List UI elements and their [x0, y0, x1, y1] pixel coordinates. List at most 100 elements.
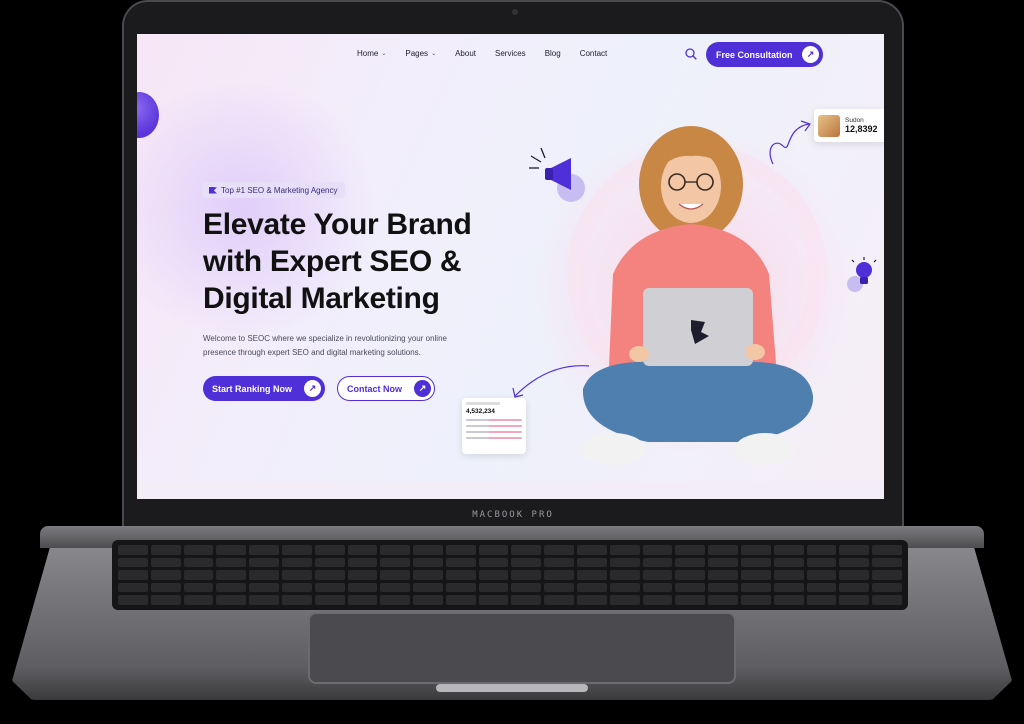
keyboard-key [642, 557, 673, 568]
keyboard-key [150, 570, 181, 580]
keyboard-key [281, 595, 312, 605]
keyboard-key [872, 582, 902, 593]
stats-card-header [466, 402, 500, 405]
headline-line-1: Elevate Your Brand [203, 208, 472, 241]
keyboard-key [806, 582, 837, 593]
keyboard-key [675, 545, 706, 555]
keyboard-key [314, 545, 345, 555]
nav-item-contact[interactable]: Contact [580, 49, 608, 58]
keyboard-key [872, 570, 902, 580]
keyboard-key [872, 595, 902, 605]
keyboard-key [183, 570, 214, 580]
stats-card: 4,532,234 [462, 398, 526, 454]
keyboard-key [413, 582, 443, 593]
nav-item-blog[interactable]: Blog [545, 49, 561, 58]
keyboard-key [216, 557, 247, 568]
keyboard-key [544, 570, 575, 580]
keyboard-key [281, 557, 312, 568]
keyboard-key [183, 545, 214, 555]
keyboard-key [478, 545, 509, 555]
nav-item-about[interactable]: About [455, 49, 476, 58]
keyboard-key [478, 570, 509, 580]
profile-value: 12,8392 [845, 124, 878, 134]
keyboard-key [609, 557, 640, 568]
keyboard-key [380, 557, 411, 568]
arrow-up-right-icon: ↗ [304, 380, 321, 397]
stats-card-row [466, 425, 522, 427]
keyboard-key [281, 582, 312, 593]
keyboard-key [380, 582, 411, 593]
keyboard-key [773, 582, 804, 593]
keyboard-key [839, 582, 870, 593]
nav-item-services[interactable]: Services [495, 49, 526, 58]
description-line-2: presence through expert SEO and digital … [203, 348, 421, 357]
keyboard-key [577, 595, 607, 605]
keyboard-key [216, 545, 247, 555]
contact-now-button[interactable]: Contact Now ↗ [337, 376, 435, 401]
keyboard-key [708, 545, 739, 555]
keyboard-key [413, 570, 443, 580]
chevron-down-icon: ⌄ [381, 51, 387, 57]
keyboard-key [478, 557, 509, 568]
keyboard-key [708, 557, 739, 568]
keyboard-key [445, 595, 476, 605]
keyboard-key [413, 557, 443, 568]
keyboard-key [150, 582, 181, 593]
keyboard-key [806, 570, 837, 580]
arrow-up-right-icon: ↗ [802, 46, 819, 63]
lightbulb-icon [847, 257, 877, 292]
keyboard-key [511, 595, 542, 605]
keyboard-key [609, 595, 640, 605]
keyboard-key [708, 570, 739, 580]
keyboard [112, 540, 908, 610]
keyboard-key [183, 582, 214, 593]
keyboard-key [741, 582, 771, 593]
keyboard-key [511, 570, 542, 580]
keyboard-key [249, 570, 279, 580]
keyboard-key [314, 582, 345, 593]
keyboard-key [773, 595, 804, 605]
keyboard-key [642, 595, 673, 605]
keyboard-key [675, 595, 706, 605]
keyboard-key [150, 557, 181, 568]
website-screen: Home ⌄ Pages ⌄ About Services Blog Contact… [137, 34, 884, 499]
keyboard-key [609, 570, 640, 580]
keyboard-key [183, 595, 214, 605]
stats-card-value: 4,532,234 [466, 408, 495, 415]
search-icon[interactable] [685, 48, 697, 60]
stats-card-row [466, 419, 522, 421]
hero-woman-illustration [581, 126, 814, 465]
keyboard-key [773, 570, 804, 580]
keyboard-key [216, 570, 247, 580]
keyboard-key [544, 582, 575, 593]
keyboard-key [347, 595, 378, 605]
keyboard-key [872, 557, 902, 568]
keyboard-key [642, 545, 673, 555]
keyboard-key [281, 570, 312, 580]
keyboard-key [347, 557, 378, 568]
keyboard-key [642, 570, 673, 580]
chevron-down-icon: ⌄ [431, 51, 437, 57]
keyboard-key [118, 595, 148, 605]
keyboard-key [511, 545, 542, 555]
free-consultation-button[interactable]: Free Consultation ↗ [706, 42, 823, 67]
keyboard-key [413, 595, 443, 605]
camera-icon [512, 9, 518, 15]
keyboard-key [216, 582, 247, 593]
keyboard-key [675, 582, 706, 593]
next-section-strip [137, 481, 884, 499]
start-ranking-button[interactable]: Start Ranking Now ↗ [203, 376, 325, 401]
keyboard-key [741, 557, 771, 568]
keyboard-key [249, 582, 279, 593]
keyboard-key [478, 595, 509, 605]
keyboard-key [708, 582, 739, 593]
nav-item-pages[interactable]: Pages ⌄ [405, 49, 436, 58]
agency-badge: Top #1 SEO & Marketing Agency [202, 182, 345, 198]
keyboard-key [609, 582, 640, 593]
arrow-up-right-icon: ↗ [414, 380, 431, 397]
free-consultation-label: Free Consultation [716, 49, 793, 60]
keyboard-key [577, 557, 607, 568]
nav-item-home[interactable]: Home ⌄ [357, 49, 386, 58]
hero-description: Welcome to SEOC where we specialize in r… [203, 332, 483, 360]
keyboard-key [544, 595, 575, 605]
